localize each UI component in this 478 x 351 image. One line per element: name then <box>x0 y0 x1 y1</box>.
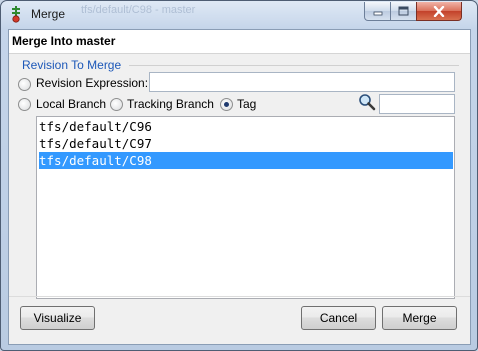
tag-search-input[interactable] <box>379 94 455 114</box>
tag-list[interactable]: tfs/default/C96 tfs/default/C97 tfs/defa… <box>36 116 455 299</box>
merge-button[interactable]: Merge <box>382 306 457 330</box>
close-icon <box>433 5 445 17</box>
background-window-title: tfs/default/C98 - master <box>81 4 196 16</box>
merge-app-icon <box>12 6 20 23</box>
window-title: Merge <box>31 7 66 21</box>
minimize-icon <box>373 11 382 16</box>
minimize-button[interactable] <box>364 2 391 21</box>
close-button[interactable] <box>416 2 462 21</box>
revision-group-label: Revision To Merge <box>22 58 122 72</box>
tag-label: Tag <box>237 97 257 111</box>
tracking-branch-radio[interactable] <box>110 98 123 111</box>
maximize-button[interactable] <box>390 2 417 21</box>
tracking-branch-label: Tracking Branch <box>127 97 214 111</box>
visualize-button[interactable]: Visualize <box>20 306 95 330</box>
merge-window: Merge tfs/default/C98 - master Merge Int… <box>0 0 478 351</box>
revision-expression-label: Revision Expression: <box>36 76 149 90</box>
list-item-selected[interactable]: tfs/default/C98 <box>39 152 453 169</box>
revision-expression-input[interactable] <box>149 72 455 92</box>
search-icon[interactable] <box>358 93 376 111</box>
footer-divider <box>9 296 470 297</box>
dialog-body: Merge Into master Revision To Merge Revi… <box>8 29 471 345</box>
dialog-header: Merge Into master <box>9 30 470 54</box>
list-item[interactable]: tfs/default/C96 <box>39 118 453 135</box>
group-divider <box>129 65 459 66</box>
list-item[interactable]: tfs/default/C97 <box>39 135 453 152</box>
revision-expression-radio[interactable] <box>18 78 31 91</box>
local-branch-label: Local Branch <box>36 97 107 111</box>
cancel-button[interactable]: Cancel <box>301 306 376 330</box>
dialog-heading: Merge Into master <box>12 34 116 48</box>
maximize-icon <box>398 6 409 16</box>
title-bar[interactable]: Merge tfs/default/C98 - master <box>1 1 477 29</box>
tag-radio[interactable] <box>220 98 233 111</box>
local-branch-radio[interactable] <box>18 98 31 111</box>
